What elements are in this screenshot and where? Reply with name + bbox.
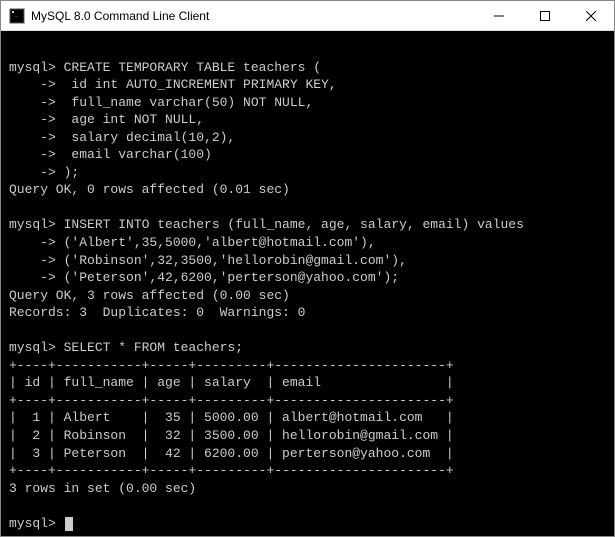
close-button[interactable]	[568, 1, 614, 30]
terminal-line: -> ('Robinson',32,3500,'hellorobin@gmail…	[9, 253, 407, 268]
terminal-line: mysql> CREATE TEMPORARY TABLE teachers (	[9, 60, 321, 75]
terminal-line: mysql> SELECT * FROM teachers;	[9, 340, 243, 355]
terminal-line: -> salary decimal(10,2),	[9, 130, 235, 145]
terminal-line: 3 rows in set (0.00 sec)	[9, 481, 196, 496]
terminal-line: mysql> INSERT INTO teachers (full_name, …	[9, 217, 524, 232]
terminal-line: -> age int NOT NULL,	[9, 112, 204, 127]
terminal-line: -> );	[9, 165, 79, 180]
terminal-line: -> email varchar(100)	[9, 147, 212, 162]
cursor-icon	[65, 517, 73, 531]
terminal-line: Query OK, 3 rows affected (0.00 sec)	[9, 288, 290, 303]
terminal-line: | id | full_name | age | salary | email …	[9, 375, 454, 390]
terminal-line: | 1 | Albert | 35 | 5000.00 | albert@hot…	[9, 410, 454, 425]
window-controls	[476, 1, 614, 30]
minimize-button[interactable]	[476, 1, 522, 30]
terminal-line: | 3 | Peterson | 42 | 6200.00 | perterso…	[9, 446, 454, 461]
terminal-line: Query OK, 0 rows affected (0.01 sec)	[9, 182, 290, 197]
terminal-line: +----+-----------+-----+---------+------…	[9, 358, 454, 373]
terminal-line: -> ('Albert',35,5000,'albert@hotmail.com…	[9, 235, 376, 250]
terminal-prompt: mysql>	[9, 516, 64, 531]
app-icon: _	[9, 8, 25, 24]
terminal-line: +----+-----------+-----+---------+------…	[9, 463, 454, 478]
window-titlebar: _ MySQL 8.0 Command Line Client	[1, 1, 614, 31]
terminal-line: -> full_name varchar(50) NOT NULL,	[9, 95, 313, 110]
terminal-output[interactable]: mysql> CREATE TEMPORARY TABLE teachers (…	[1, 31, 614, 536]
terminal-line: Records: 3 Duplicates: 0 Warnings: 0	[9, 305, 305, 320]
terminal-line: -> ('Peterson',42,6200,'perterson@yahoo.…	[9, 270, 399, 285]
terminal-line: -> id int AUTO_INCREMENT PRIMARY KEY,	[9, 77, 337, 92]
window-title: MySQL 8.0 Command Line Client	[31, 9, 476, 23]
terminal-line: +----+-----------+-----+---------+------…	[9, 393, 454, 408]
terminal-line: | 2 | Robinson | 32 | 3500.00 | hellorob…	[9, 428, 454, 443]
maximize-button[interactable]	[522, 1, 568, 30]
